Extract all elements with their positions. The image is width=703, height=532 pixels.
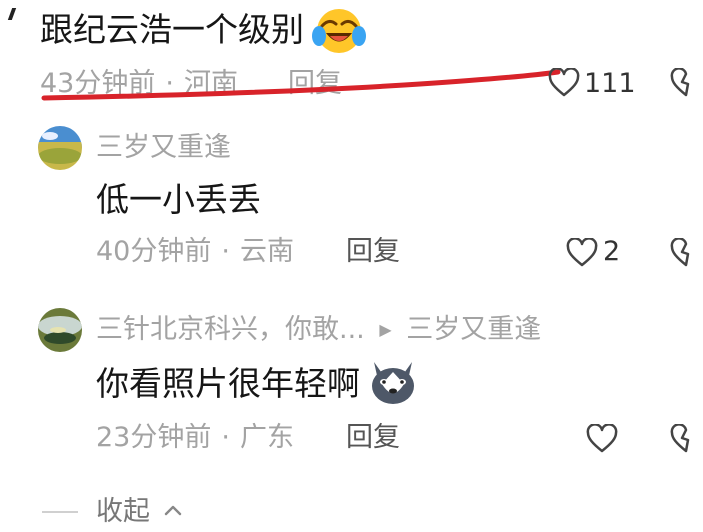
separator: ·: [221, 422, 230, 453]
play-arrow-icon: ▶: [379, 320, 392, 339]
red-strikethrough-annotation: [41, 69, 561, 101]
location: 云南: [239, 236, 294, 267]
dislike-icon[interactable]: [670, 424, 703, 454]
reply-meta: 40分钟前 · 云南: [96, 236, 294, 268]
like-count: 2: [603, 236, 621, 267]
reply-text: 低一小丢丢: [96, 180, 261, 219]
reply-button[interactable]: 回复: [346, 236, 400, 268]
avatar[interactable]: [38, 308, 82, 352]
timestamp: 40分钟前: [96, 236, 212, 267]
reply-text: 你看照片很年轻啊: [96, 364, 360, 403]
like-count: 111: [584, 68, 636, 99]
heart-icon[interactable]: [586, 424, 618, 454]
location: 广东: [239, 422, 294, 453]
top-comment-text: 跟纪云浩一个级别: [40, 10, 304, 49]
username[interactable]: 三针北京科兴，你敢...: [96, 314, 365, 345]
husky-emoji-icon: [372, 362, 414, 404]
dislike-icon[interactable]: [670, 68, 703, 98]
reply-meta: 23分钟前 · 广东: [96, 422, 294, 454]
reply-header: 三针北京科兴，你敢... ▶ 三岁又重逢: [96, 314, 541, 346]
timestamp: 23分钟前: [96, 422, 212, 453]
collapse-button[interactable]: 收起: [96, 496, 183, 528]
username[interactable]: 三岁又重逢: [96, 132, 231, 164]
laughing-crying-emoji-icon: [312, 9, 366, 53]
corner-mark: [7, 8, 17, 20]
dislike-icon[interactable]: [670, 238, 703, 268]
separator: ·: [221, 236, 230, 267]
heart-icon[interactable]: [566, 238, 598, 268]
reply-button[interactable]: 回复: [346, 422, 400, 454]
collapse-divider: [42, 511, 78, 513]
avatar[interactable]: [38, 126, 82, 170]
heart-icon[interactable]: [548, 68, 580, 98]
chevron-up-icon: [164, 505, 181, 516]
reply-to-username[interactable]: 三岁又重逢: [406, 314, 541, 345]
collapse-label: 收起: [96, 496, 150, 527]
